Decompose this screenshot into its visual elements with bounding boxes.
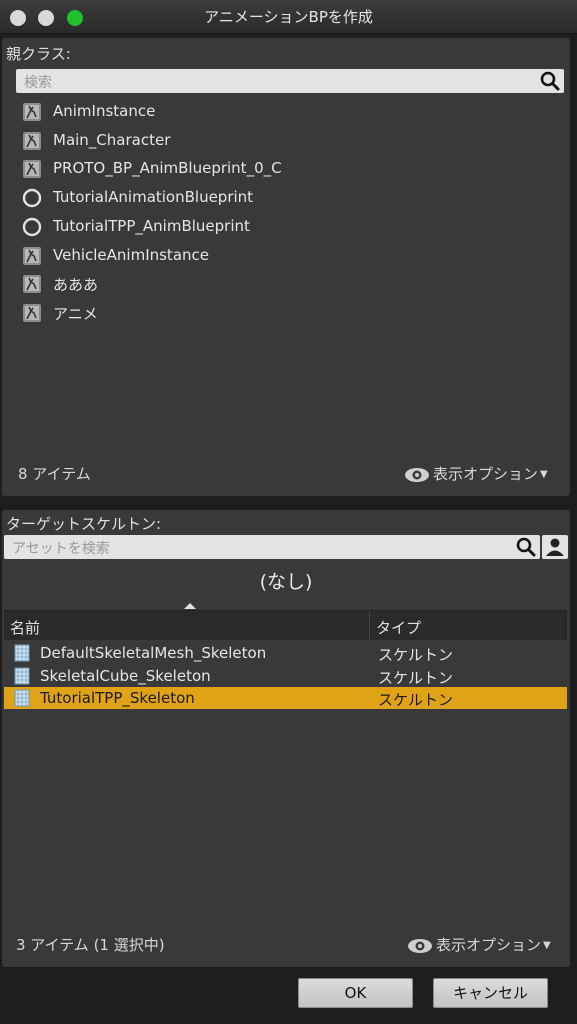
anim-class-icon — [22, 246, 42, 266]
parent-class-item[interactable]: PROTO_BP_AnimBlueprint_0_C — [22, 156, 442, 182]
anim-class-icon — [22, 159, 42, 179]
cancel-button[interactable]: キャンセル — [433, 978, 548, 1008]
anim-class-icon — [22, 102, 42, 122]
anim-class-icon — [22, 303, 42, 323]
eye-icon — [408, 938, 432, 953]
skeleton-name-cell: SkeletalCube_Skeleton — [40, 666, 211, 685]
parent-class-item[interactable]: アニメ — [22, 300, 442, 326]
search-placeholder: アセットを検索 — [12, 541, 110, 557]
column-header-name[interactable]: 名前 — [10, 617, 40, 638]
parent-class-item-label: アニメ — [53, 304, 98, 323]
parent-class-item[interactable]: VehicleAnimInstance — [22, 243, 442, 269]
chevron-down-icon: ▼ — [543, 940, 551, 951]
parent-class-item[interactable]: TutorialTPP_AnimBlueprint — [22, 214, 442, 240]
view-options-label: 表示オプション — [433, 465, 539, 483]
parent-class-label: 親クラス: — [6, 45, 71, 63]
column-divider[interactable] — [369, 611, 370, 641]
window-title: アニメーションBPを作成 — [204, 8, 373, 26]
skeleton-asset-icon — [14, 667, 30, 685]
parent-class-item-label: VehicleAnimInstance — [53, 245, 209, 264]
table-row[interactable]: TutorialTPP_Skeleton スケルトン — [4, 687, 567, 709]
eye-icon — [405, 467, 429, 482]
parent-class-item[interactable]: あああ — [22, 271, 442, 297]
sort-ascending-icon — [184, 603, 196, 609]
skeleton-item-count: 3 アイテム (1 選択中) — [16, 936, 165, 954]
column-header-type[interactable]: タイプ — [376, 617, 421, 638]
table-row[interactable]: SkeletalCube_Skeleton スケルトン — [4, 665, 567, 687]
anim-class-icon — [22, 274, 42, 294]
skeleton-view-options[interactable]: 表示オプション ▼ — [407, 934, 551, 955]
search-icon[interactable] — [539, 71, 561, 91]
chevron-down-icon: ▼ — [540, 469, 548, 480]
parent-class-panel: 親クラス: 検索 AnimInstance Main_Character PROTO… — [2, 38, 570, 496]
skeleton-name-cell: DefaultSkeletalMesh_Skeleton — [40, 644, 267, 662]
circle-class-icon — [22, 217, 42, 237]
skeleton-type-cell: スケルトン — [378, 646, 454, 664]
parent-class-item-label: PROTO_BP_AnimBlueprint_0_C — [53, 159, 282, 178]
skeleton-asset-icon — [14, 644, 30, 662]
target-skeleton-panel: ターゲットスケルトン: アセットを検索 (なし) 名前 タイプ DefaultS… — [2, 510, 570, 967]
skeleton-type-cell: スケルトン — [378, 691, 454, 709]
ok-button[interactable]: OK — [298, 978, 413, 1008]
target-skeleton-label: ターゲットスケルトン: — [6, 515, 162, 533]
search-icon[interactable] — [515, 537, 537, 557]
anim-class-icon — [22, 131, 42, 151]
user-filter-icon[interactable] — [542, 535, 568, 559]
table-header: 名前 タイプ — [4, 603, 567, 641]
title-bar: アニメーションBPを作成 — [0, 0, 577, 34]
parent-class-item[interactable]: Main_Character — [22, 128, 442, 154]
parent-class-view-options[interactable]: 表示オプション ▼ — [404, 463, 548, 484]
parent-class-item-label: あああ — [53, 276, 99, 295]
parent-class-item-label: Main_Character — [53, 130, 171, 149]
parent-class-item-count: 8 アイテム — [18, 465, 91, 483]
asset-search-input[interactable]: アセットを検索 — [4, 535, 540, 559]
parent-class-item-label: AnimInstance — [53, 102, 156, 120]
parent-class-item[interactable]: AnimInstance — [22, 99, 442, 125]
view-options-label: 表示オプション — [436, 936, 542, 954]
skeleton-type-cell: スケルトン — [378, 668, 454, 687]
parent-class-item-label: TutorialAnimationBlueprint — [53, 188, 254, 207]
skeleton-asset-icon — [14, 689, 30, 707]
none-selection-label[interactable]: (なし) — [2, 567, 570, 594]
search-placeholder: 検索 — [24, 75, 52, 91]
parent-class-search-input[interactable]: 検索 — [16, 69, 564, 93]
parent-class-item[interactable]: TutorialAnimationBlueprint — [22, 185, 442, 211]
skeleton-name-cell: TutorialTPP_Skeleton — [40, 689, 195, 707]
circle-class-icon — [22, 188, 42, 208]
parent-class-item-label: TutorialTPP_AnimBlueprint — [53, 216, 250, 235]
table-row[interactable]: DefaultSkeletalMesh_Skeleton スケルトン — [4, 642, 567, 664]
